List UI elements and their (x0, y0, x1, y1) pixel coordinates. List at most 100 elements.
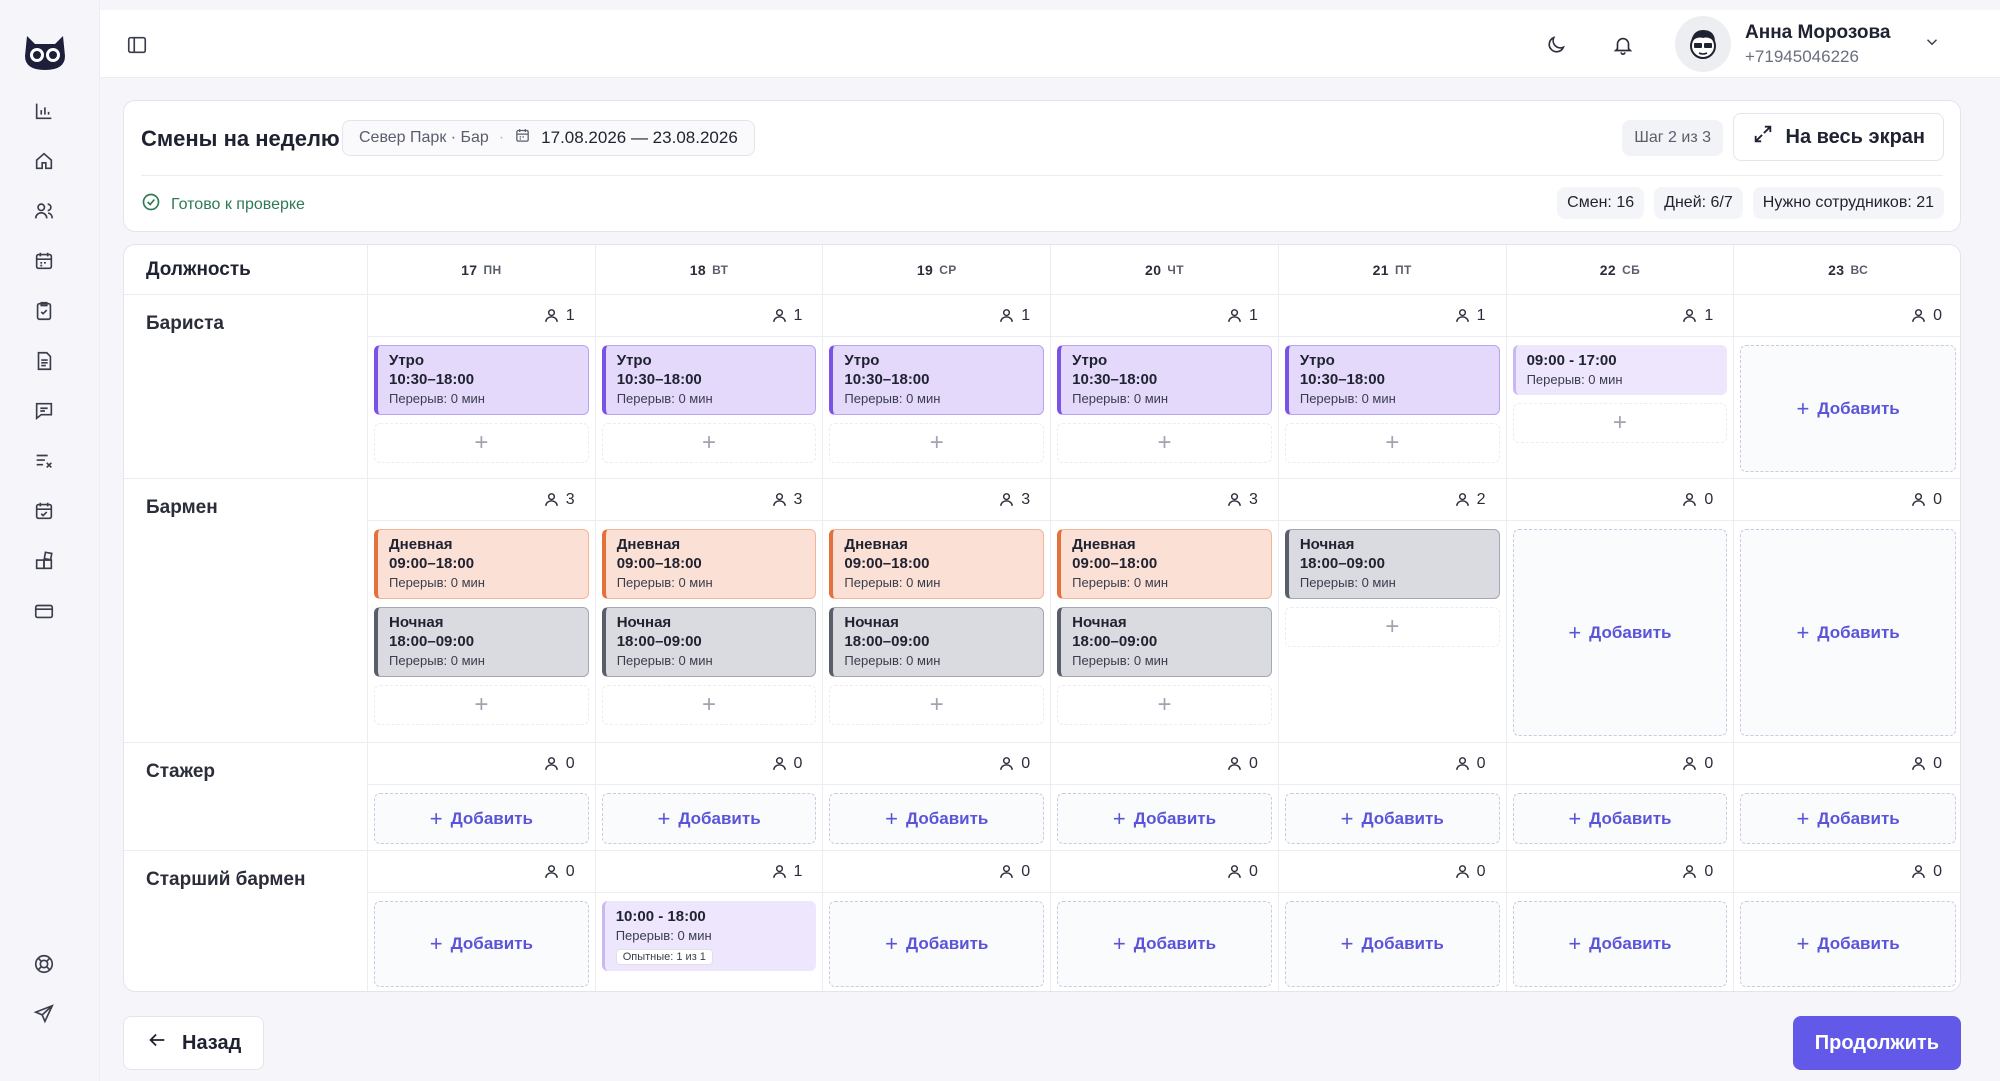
add-shift-button[interactable]: + Добавить (374, 793, 589, 844)
staff-count: 0 (1278, 743, 1506, 785)
users-icon[interactable] (28, 195, 60, 227)
shift-card[interactable]: Дневная 09:00–18:00 Перерыв: 0 мин (829, 529, 1045, 599)
shift-card[interactable]: Утро 10:30–18:00 Перерыв: 0 мин (601, 345, 817, 415)
add-shift-button[interactable]: + (1284, 607, 1500, 647)
staff-count: 1 (595, 295, 823, 337)
staff-count: 1 (595, 851, 823, 893)
calendar-icon[interactable] (28, 245, 60, 277)
shift-card[interactable]: Утро 10:30–18:00 Перерыв: 0 мин (1057, 345, 1272, 415)
cell-content: Ночная 18:00–09:00 Перерыв: 0 мин + (1279, 521, 1506, 742)
add-shift-button[interactable]: + Добавить (829, 793, 1045, 844)
document-icon[interactable] (28, 345, 60, 377)
cell-content: 09:00 - 17:00 Перерыв: 0 мин + (1507, 337, 1734, 478)
add-label: Добавить (1361, 808, 1444, 828)
add-shift-button[interactable]: + Добавить (829, 901, 1045, 987)
add-shift-button[interactable]: + Добавить (1740, 345, 1956, 472)
shift-card[interactable]: Ночная 18:00–09:00 Перерыв: 0 мин (1057, 607, 1272, 677)
app-logo[interactable] (21, 26, 69, 74)
chat-icon[interactable] (28, 395, 60, 427)
add-label: Добавить (1817, 398, 1900, 418)
add-shift-button[interactable]: + (374, 423, 589, 463)
moon-icon[interactable] (1541, 30, 1571, 60)
sidebar-toggle-icon[interactable] (122, 30, 152, 60)
add-shift-button[interactable]: + Добавить (374, 901, 589, 987)
shift-card[interactable]: Дневная 09:00–18:00 Перерыв: 0 мин (374, 529, 589, 599)
card-icon[interactable] (28, 595, 60, 627)
location-date-filter[interactable]: Север Парк · Бар · 17.08.2026 — 23.08.20… (342, 120, 755, 156)
add-shift-button[interactable]: + (601, 685, 817, 725)
add-shift-button[interactable]: + Добавить (1284, 793, 1500, 844)
list-clear-icon[interactable] (28, 445, 60, 477)
shift-card[interactable]: 09:00 - 17:00 Перерыв: 0 мин (1512, 345, 1728, 395)
shift-card[interactable]: Утро 10:30–18:00 Перерыв: 0 мин (1284, 345, 1500, 415)
person-icon (771, 755, 788, 772)
person-icon (771, 863, 788, 880)
support-icon[interactable] (28, 948, 60, 980)
add-shift-button[interactable]: + Добавить (1740, 901, 1956, 987)
shift-card[interactable]: Ночная 18:00–09:00 Перерыв: 0 мин (601, 607, 817, 677)
staff-count: 1 (1051, 295, 1278, 337)
send-icon[interactable] (28, 998, 60, 1030)
add-shift-button[interactable]: + Добавить (1512, 901, 1728, 987)
add-shift-button[interactable]: + (374, 685, 589, 725)
back-button[interactable]: Назад (123, 1016, 265, 1070)
add-label: Добавить (1589, 622, 1672, 642)
plus-icon: + (1340, 931, 1354, 956)
add-shift-button[interactable]: + Добавить (1740, 529, 1956, 736)
add-shift-button[interactable]: + (829, 423, 1045, 463)
shift-title: Ночная (616, 614, 672, 631)
role-name: Бармен (124, 479, 368, 743)
day-number: 17 (461, 261, 478, 278)
chevron-down-icon[interactable] (1923, 33, 1941, 56)
schedule-cell: 0 + Добавить (823, 743, 1052, 851)
add-shift-button[interactable]: + Добавить (1740, 793, 1956, 844)
shift-card[interactable]: Дневная 09:00–18:00 Перерыв: 0 мин (1057, 529, 1272, 599)
add-label: Добавить (1817, 934, 1900, 953)
continue-button[interactable]: Продолжить (1792, 1016, 1961, 1070)
shift-break: Перерыв: 0 мин (844, 575, 941, 590)
add-shift-button[interactable]: + Добавить (1057, 793, 1272, 844)
add-shift-button[interactable]: + Добавить (1057, 901, 1272, 987)
shift-card[interactable]: Утро 10:30–18:00 Перерыв: 0 мин (829, 345, 1045, 415)
add-shift-button[interactable]: + Добавить (1512, 529, 1728, 736)
staff-count: 0 (1734, 851, 1960, 893)
schedule-cell: 0 + Добавить (1734, 743, 1960, 851)
person-icon (1226, 755, 1243, 772)
clipboard-check-icon[interactable] (28, 295, 60, 327)
shift-time: 09:00–18:00 (616, 555, 702, 572)
staff-count-value: 0 (1476, 754, 1486, 772)
shift-card[interactable]: Дневная 09:00–18:00 Перерыв: 0 мин (601, 529, 817, 599)
add-shift-button[interactable]: + Добавить (601, 793, 817, 844)
add-shift-button[interactable]: + Добавить (1512, 793, 1728, 844)
staff-count: 0 (368, 743, 595, 785)
add-shift-button[interactable]: + Добавить (1284, 901, 1500, 987)
shift-card[interactable]: Ночная 18:00–09:00 Перерыв: 0 мин (374, 607, 589, 677)
chart-icon[interactable] (28, 95, 60, 127)
plus-icon: + (429, 931, 443, 956)
blocks-icon[interactable] (28, 545, 60, 577)
shift-card[interactable]: Утро 10:30–18:00 Перерыв: 0 мин (374, 345, 589, 415)
shift-time: 18:00–09:00 (1299, 555, 1385, 572)
add-shift-button[interactable]: + (1512, 403, 1728, 443)
add-shift-button[interactable]: + (1284, 423, 1500, 463)
shift-time: 10:00 - 18:00 (615, 908, 706, 925)
home-icon[interactable] (28, 145, 60, 177)
shift-card[interactable]: Ночная 18:00–09:00 Перерыв: 0 мин (829, 607, 1045, 677)
calendar-check-icon[interactable] (28, 495, 60, 527)
add-label: Добавить (906, 808, 989, 828)
add-shift-button[interactable]: + (1057, 685, 1272, 725)
bell-icon[interactable] (1608, 30, 1638, 60)
shift-title: Утро (616, 352, 652, 369)
staff-count-value: 0 (1021, 754, 1031, 772)
add-shift-button[interactable]: + (601, 423, 817, 463)
add-shift-button[interactable]: + (829, 685, 1045, 725)
user-menu[interactable]: Анна Морозова +71945046226 (1675, 16, 1941, 72)
shift-card[interactable]: 10:00 - 18:00 Перерыв: 0 мин Опытные: 1 из… (601, 901, 817, 971)
staff-count-value: 3 (1021, 490, 1031, 508)
staff-count: 1 (368, 295, 595, 337)
fullscreen-button[interactable]: На весь экран (1732, 113, 1944, 161)
schedule-cell: 2 Ночная 18:00–09:00 Перерыв: 0 мин + (1278, 479, 1507, 743)
shift-time: 09:00–18:00 (1072, 555, 1158, 572)
add-shift-button[interactable]: + (1057, 423, 1272, 463)
shift-card[interactable]: Ночная 18:00–09:00 Перерыв: 0 мин (1284, 529, 1500, 599)
